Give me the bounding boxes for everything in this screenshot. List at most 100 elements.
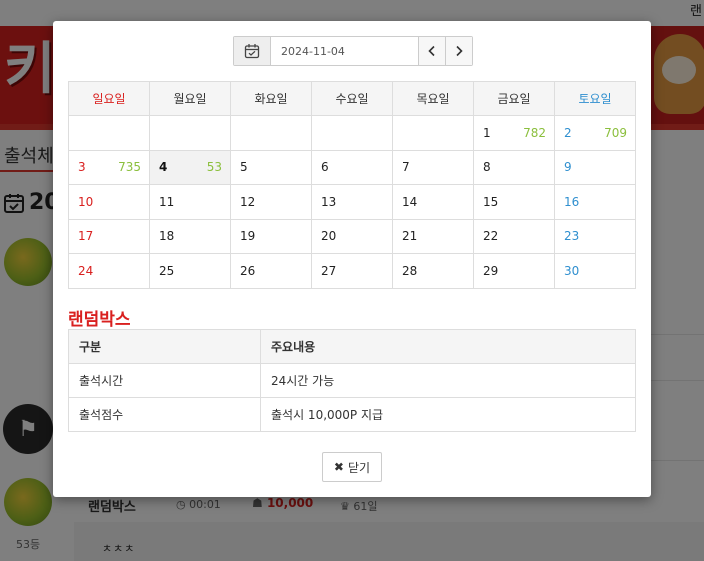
info-cell-content: 24시간 가능: [260, 363, 636, 398]
calendar-week-row: 3 735 4 53 5 6 7 8 9: [68, 149, 636, 185]
calendar-day-number: 25: [159, 263, 175, 278]
next-month-button[interactable]: [445, 37, 472, 65]
calendar-day-cell[interactable]: 10: [68, 184, 150, 220]
calendar-cell-content: 8: [483, 160, 546, 174]
weekday-sun: 일요일: [68, 81, 150, 116]
calendar-day-cell[interactable]: 26: [230, 253, 312, 289]
calendar-day-cell[interactable]: 12: [230, 184, 312, 220]
calendar-day-number: 23: [564, 229, 580, 244]
weekday-wed: 수요일: [311, 81, 393, 116]
calendar-empty-cell: [149, 115, 231, 151]
calendar-day-cell[interactable]: 24: [68, 253, 150, 289]
calendar-day-cell[interactable]: 6: [311, 149, 393, 185]
calendar-day-cell[interactable]: 9: [554, 149, 636, 185]
calendar-cell-content: 7: [402, 160, 465, 174]
calendar-day-cell[interactable]: 22: [473, 218, 555, 254]
calendar-day-number: 19: [240, 229, 256, 244]
calendar-day-cell[interactable]: 29: [473, 253, 555, 289]
calendar-day-number: 6: [321, 160, 329, 175]
prev-month-button[interactable]: [418, 37, 445, 65]
calendar-cell-content: 1 782: [483, 126, 546, 140]
calendar-cell-content: 3 735: [78, 160, 141, 174]
calendar-day-cell[interactable]: 2 709: [554, 115, 636, 151]
calendar-day-cell[interactable]: 20: [311, 218, 393, 254]
calendar-body: 1 782 2 709 3 735 4 53 5 6 7 8 9 10 11 12 13 14 15 16 17 18 19…: [68, 115, 636, 289]
calendar-day-number: 2: [564, 125, 572, 140]
info-header-row: 구분 주요내용: [68, 329, 636, 364]
weekday-mon: 월요일: [149, 81, 231, 116]
calendar-day-cell[interactable]: 18: [149, 218, 231, 254]
calendar-cell-content: 4 53: [159, 160, 222, 174]
calendar-week-row: 24 25 26 27 28 29 30: [68, 253, 636, 289]
calendar-day-number: 18: [159, 229, 175, 244]
calendar-cell-content: 17: [78, 229, 141, 243]
calendar-day-number: 30: [564, 263, 580, 278]
calendar-cell-content: 26: [240, 264, 303, 278]
calendar-day-cell[interactable]: 7: [392, 149, 474, 185]
weekday-tue: 화요일: [230, 81, 312, 116]
calendar-day-cell[interactable]: 8: [473, 149, 555, 185]
calendar-day-cell[interactable]: 4 53: [149, 149, 231, 185]
calendar-day-number: 15: [483, 194, 499, 209]
calendar-icon[interactable]: [234, 37, 271, 65]
calendar-table: 일요일 월요일 화요일 수요일 목요일 금요일 토요일 1 782 2 709 3 735…: [68, 81, 636, 289]
calendar-day-number: 3: [78, 160, 86, 175]
weekday-thu: 목요일: [392, 81, 474, 116]
date-picker: [233, 36, 473, 66]
calendar-cell-content: 25: [159, 264, 222, 278]
calendar-day-cell[interactable]: 30: [554, 253, 636, 289]
calendar-day-cell[interactable]: 25: [149, 253, 231, 289]
calendar-day-number: 20: [321, 229, 337, 244]
calendar-day-cell[interactable]: 19: [230, 218, 312, 254]
calendar-day-cell[interactable]: 27: [311, 253, 393, 289]
calendar-day-cell[interactable]: 5: [230, 149, 312, 185]
info-cell-category: 출석시간: [68, 363, 261, 398]
calendar-day-cell[interactable]: 23: [554, 218, 636, 254]
calendar-day-number: 21: [402, 229, 418, 244]
info-header-category: 구분: [68, 329, 261, 364]
calendar-cell-content: 15: [483, 195, 546, 209]
calendar-cell-content: 18: [159, 229, 222, 243]
calendar-week-row: 17 18 19 20 21 22 23: [68, 218, 636, 254]
calendar-day-number: 7: [402, 160, 410, 175]
calendar-check-icon: [244, 44, 260, 59]
chevron-left-icon: [428, 45, 435, 57]
calendar-day-cell[interactable]: 3 735: [68, 149, 150, 185]
calendar-day-cell[interactable]: 28: [392, 253, 474, 289]
calendar-day-number: 5: [240, 160, 248, 175]
calendar-cell-content: 24: [78, 264, 141, 278]
calendar-day-number: 14: [402, 194, 418, 209]
calendar-day-number: 24: [78, 263, 94, 278]
weekday-sat: 토요일: [554, 81, 636, 116]
calendar-day-cell[interactable]: 16: [554, 184, 636, 220]
calendar-day-cell[interactable]: 17: [68, 218, 150, 254]
calendar-cell-content: 5: [240, 160, 303, 174]
calendar-cell-content: 28: [402, 264, 465, 278]
calendar-day-number: 10: [78, 194, 94, 209]
calendar-day-cell[interactable]: 14: [392, 184, 474, 220]
calendar-day-cell[interactable]: 11: [149, 184, 231, 220]
calendar-day-cell[interactable]: 21: [392, 218, 474, 254]
close-button[interactable]: ✖ 닫기: [322, 452, 382, 482]
calendar-day-number: 17: [78, 229, 94, 244]
info-cell-category: 출석점수: [68, 397, 261, 432]
calendar-cell-content: 6: [321, 160, 384, 174]
calendar-day-cell[interactable]: 15: [473, 184, 555, 220]
calendar-day-number: 22: [483, 229, 499, 244]
calendar-empty-cell: [230, 115, 312, 151]
calendar-cell-content: 13: [321, 195, 384, 209]
calendar-day-number: 4: [159, 160, 168, 175]
date-input[interactable]: [271, 37, 418, 65]
calendar-day-number: 13: [321, 194, 337, 209]
calendar-empty-cell: [392, 115, 474, 151]
calendar-day-number: 12: [240, 194, 256, 209]
attendance-count: 782: [523, 125, 546, 140]
table-row: 출석시간 24시간 가능: [68, 363, 636, 398]
calendar-day-number: 16: [564, 194, 580, 209]
attendance-calendar-modal: 일요일 월요일 화요일 수요일 목요일 금요일 토요일 178227093735…: [53, 21, 651, 497]
calendar-day-number: 28: [402, 263, 418, 278]
calendar-day-cell[interactable]: 13: [311, 184, 393, 220]
calendar-day-cell[interactable]: 1 782: [473, 115, 555, 151]
random-box-title: 랜덤박스: [68, 310, 131, 330]
weekday-header-row: 일요일 월요일 화요일 수요일 목요일 금요일 토요일: [68, 81, 636, 116]
